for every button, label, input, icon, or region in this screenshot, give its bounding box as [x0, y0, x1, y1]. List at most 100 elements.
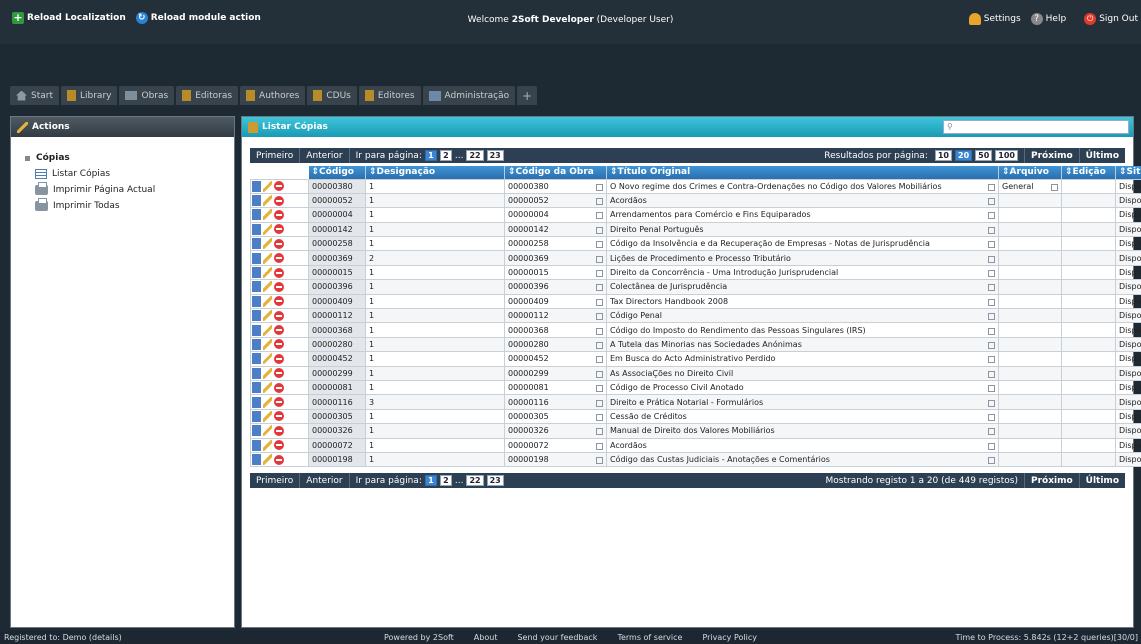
- edit-icon[interactable]: [263, 324, 272, 336]
- delete-icon[interactable]: [274, 238, 284, 249]
- view-icon[interactable]: [252, 396, 261, 408]
- external-link-icon[interactable]: [596, 370, 603, 378]
- external-link-icon[interactable]: [596, 442, 603, 450]
- external-link-icon[interactable]: [596, 183, 603, 191]
- table-row[interactable]: 00000452 1 00000452 Em Busca do Acto Admini…: [250, 351, 1141, 367]
- table-row[interactable]: 00000004 1 00000004 Arrendamentos para Comé…: [250, 207, 1141, 223]
- column-header[interactable]: ⇕Título Original: [606, 166, 999, 179]
- external-link-icon[interactable]: [988, 413, 995, 421]
- delete-icon[interactable]: [274, 195, 284, 206]
- delete-icon[interactable]: [274, 368, 284, 379]
- page-button[interactable]: 1: [424, 475, 437, 486]
- external-link-icon[interactable]: [596, 270, 603, 278]
- cell-codigo[interactable]: 00000116: [308, 394, 366, 410]
- table-row[interactable]: 00000368 1 00000368 Código do Imposto do Re…: [250, 322, 1141, 338]
- delete-icon[interactable]: [274, 267, 284, 278]
- cell-codigo[interactable]: 00000326: [308, 423, 366, 439]
- edit-icon[interactable]: [263, 252, 272, 264]
- external-link-icon[interactable]: [596, 399, 603, 407]
- column-header[interactable]: ⇕Edição: [1061, 166, 1116, 179]
- page-size-button[interactable]: 100: [995, 150, 1018, 161]
- view-icon[interactable]: [252, 353, 261, 365]
- external-link-icon[interactable]: [988, 212, 995, 220]
- external-link-icon[interactable]: [988, 284, 995, 292]
- external-link-icon[interactable]: [596, 385, 603, 393]
- cell-codigo[interactable]: 00000198: [308, 451, 366, 468]
- table-row[interactable]: 00000380 1 00000380 O Novo regime dos Crime…: [250, 178, 1141, 194]
- table-row[interactable]: 00000326 1 00000326 Manual de Direito dos V…: [250, 423, 1141, 439]
- table-row[interactable]: 00000409 1 00000409 Tax Directors Handbook …: [250, 293, 1141, 310]
- edit-icon[interactable]: [263, 425, 272, 437]
- cell-codigo[interactable]: 00000280: [308, 336, 366, 353]
- cell-codigo[interactable]: 00000368: [308, 322, 366, 338]
- delete-icon[interactable]: [274, 425, 284, 436]
- external-link-icon[interactable]: [988, 313, 995, 321]
- delete-icon[interactable]: [274, 209, 284, 220]
- page-button[interactable]: 2: [439, 475, 452, 486]
- table-row[interactable]: 00000280 1 00000280 A Tutela das Minorias n…: [250, 336, 1141, 353]
- footer-feedback[interactable]: Send your feedback: [517, 633, 597, 642]
- external-link-icon[interactable]: [596, 226, 603, 234]
- external-link-icon[interactable]: [988, 341, 995, 349]
- delete-icon[interactable]: [274, 310, 284, 321]
- edit-icon[interactable]: [263, 180, 272, 192]
- tab-library[interactable]: Library: [61, 86, 118, 105]
- view-icon[interactable]: [252, 338, 261, 350]
- external-link-icon[interactable]: [596, 284, 603, 292]
- cell-codigo[interactable]: 00000396: [308, 279, 366, 295]
- external-link-icon[interactable]: [596, 327, 603, 335]
- page-button[interactable]: 23: [486, 150, 504, 161]
- external-link-icon[interactable]: [988, 226, 995, 234]
- first-page-button[interactable]: Primeiro: [250, 148, 301, 163]
- sign-out-button[interactable]: ⏻ Sign Out: [1084, 13, 1138, 25]
- page-size-button[interactable]: 50: [975, 150, 993, 161]
- external-link-icon[interactable]: [988, 298, 995, 306]
- cell-codigo[interactable]: 00000299: [308, 365, 366, 381]
- cell-codigo[interactable]: 00000112: [308, 308, 366, 324]
- table-row[interactable]: 00000112100000112Código PenalDisponível: [250, 308, 1141, 324]
- edit-icon[interactable]: [263, 223, 272, 235]
- sidebar-item-imprimir-todas[interactable]: Imprimir Todas: [35, 198, 234, 211]
- edit-icon[interactable]: [263, 281, 272, 293]
- external-link-icon[interactable]: [596, 457, 603, 465]
- column-header[interactable]: ⇕Designação: [365, 166, 505, 179]
- table-row[interactable]: 00000258 1 00000258 Código da Insolvência e…: [250, 236, 1141, 252]
- edit-icon[interactable]: [263, 396, 272, 408]
- table-row[interactable]: 00000072100000072AcordãosDisponível: [250, 437, 1141, 453]
- delete-icon[interactable]: [274, 339, 284, 350]
- view-icon[interactable]: [252, 281, 261, 293]
- external-link-icon[interactable]: [596, 356, 603, 364]
- edit-icon[interactable]: [263, 410, 272, 422]
- delete-icon[interactable]: [274, 397, 284, 408]
- edit-icon[interactable]: [263, 295, 272, 307]
- footer-about[interactable]: About: [474, 633, 498, 642]
- external-link-icon[interactable]: [988, 370, 995, 378]
- page-size-button[interactable]: 10: [934, 150, 952, 161]
- view-icon[interactable]: [252, 454, 261, 466]
- edit-icon[interactable]: [263, 439, 272, 451]
- view-icon[interactable]: [252, 410, 261, 422]
- edit-icon[interactable]: [263, 267, 272, 279]
- help-button[interactable]: ? Help: [1030, 13, 1066, 25]
- page-size-button[interactable]: 20: [955, 150, 973, 161]
- footer-powered[interactable]: Powered by 2Soft: [384, 633, 454, 642]
- external-link-icon[interactable]: [988, 442, 995, 450]
- column-header[interactable]: ⇕Situação: [1115, 166, 1141, 179]
- sidebar-item-listar-copias[interactable]: Listar Cópias: [35, 169, 234, 179]
- edit-icon[interactable]: [263, 238, 272, 250]
- footer-terms[interactable]: Terms of service: [617, 633, 682, 642]
- external-link-icon[interactable]: [596, 298, 603, 306]
- edit-icon[interactable]: [263, 209, 272, 221]
- cell-codigo[interactable]: 00000369: [308, 250, 366, 266]
- delete-icon[interactable]: [274, 325, 284, 336]
- page-button[interactable]: 1: [424, 150, 437, 161]
- external-link-icon[interactable]: [596, 198, 603, 206]
- cell-codigo[interactable]: 00000142: [308, 221, 366, 238]
- view-icon[interactable]: [252, 439, 261, 451]
- page-button[interactable]: 23: [486, 475, 504, 486]
- cell-codigo[interactable]: 00000258: [308, 236, 366, 252]
- cell-codigo[interactable]: 00000081: [308, 379, 366, 396]
- external-link-icon[interactable]: [988, 255, 995, 263]
- view-icon[interactable]: [252, 382, 261, 394]
- cell-codigo[interactable]: 00000380: [308, 178, 366, 194]
